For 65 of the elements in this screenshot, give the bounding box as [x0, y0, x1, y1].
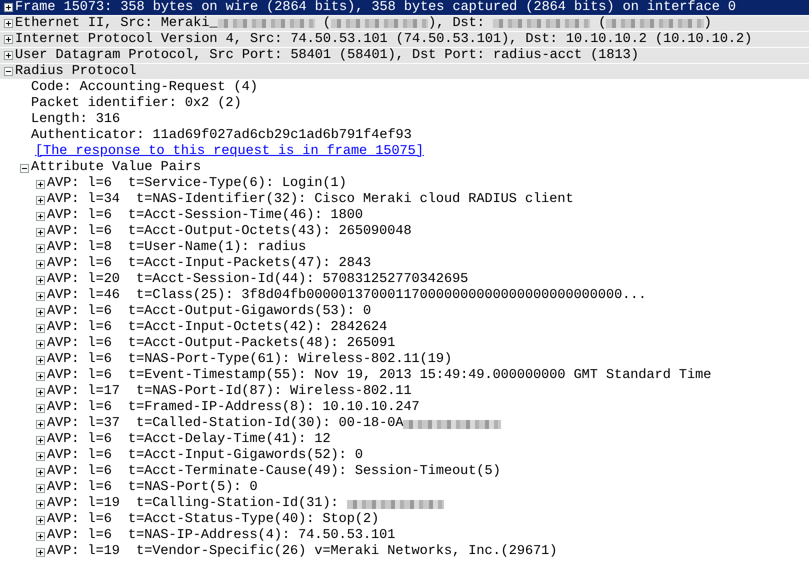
expand-icon[interactable]	[36, 180, 45, 188]
tree-row[interactable]: Ethernet II, Src: Meraki_ ( ), Dst: ( )	[0, 16, 809, 32]
tree-row[interactable]: AVP: l=6 t=Acct-Input-Packets(47): 2843	[32, 256, 372, 272]
tree-row[interactable]: AVP: l=34 t=NAS-Identifier(32): Cisco Meraki cloud RADIUS client	[32, 192, 574, 208]
expand-icon[interactable]	[36, 548, 45, 556]
expand-icon[interactable]	[36, 244, 45, 252]
expand-icon[interactable]	[36, 260, 45, 268]
tree-row[interactable]: Frame 15073: 358 bytes on wire (2864 bits), 358 bytes captured (2864 bits) on interface 0	[0, 0, 809, 16]
expand-icon[interactable]	[36, 228, 45, 236]
tree-row[interactable]: AVP: l=17 t=NAS-Port-Id(87): Wireless-802.11	[32, 384, 412, 400]
expand-icon[interactable]	[36, 500, 45, 508]
expand-icon[interactable]	[36, 292, 45, 300]
expand-icon[interactable]	[36, 212, 45, 220]
tree-row[interactable]: AVP: l=6 t=Framed-IP-Address(8): 10.10.10.247	[32, 400, 420, 416]
response-link[interactable]: [The response to this request is in frame 15075]	[35, 144, 424, 160]
tree-row[interactable]: Internet Protocol Version 4, Src: 74.50.53.101 (74.50.53.101), Dst: 10.10.10.2 (10.10.10.2)	[0, 32, 809, 48]
expand-icon[interactable]	[36, 372, 45, 380]
tree-row[interactable]: Authenticator: 11ad69f027ad6cb29c1ad6b791f4ef93	[16, 128, 412, 144]
tree-row[interactable]: AVP: l=6 t=NAS-Port(5): 0	[32, 480, 258, 496]
tree-row[interactable]: AVP: l=6 t=Acct-Input-Gigawords(52): 0	[32, 448, 363, 464]
expand-icon[interactable]	[36, 324, 45, 332]
expand-icon[interactable]	[36, 340, 45, 348]
tree-row[interactable]: Radius Protocol	[0, 64, 809, 80]
tree-row[interactable]: AVP: l=6 t=NAS-Port-Type(61): Wireless-802.11(19)	[32, 352, 452, 368]
expand-icon[interactable]	[36, 532, 45, 540]
tree-row[interactable]: Attribute Value Pairs	[16, 160, 202, 176]
expand-icon[interactable]	[4, 35, 13, 44]
tree-row[interactable]: AVP: l=6 t=Acct-Output-Octets(43): 265090048	[32, 224, 412, 240]
expand-icon[interactable]	[36, 436, 45, 444]
expand-icon[interactable]	[36, 356, 45, 364]
tree-row[interactable]: Code: Accounting-Request (4)	[16, 80, 258, 96]
expand-icon[interactable]	[36, 468, 45, 476]
expand-icon[interactable]	[36, 196, 45, 204]
expand-icon[interactable]	[36, 452, 45, 460]
expand-icon[interactable]	[36, 420, 45, 428]
tree-row[interactable]: AVP: l=6 t=Acct-Session-Time(46): 1800	[32, 208, 363, 224]
expand-icon[interactable]	[36, 388, 45, 396]
expand-icon[interactable]	[4, 51, 13, 60]
collapse-icon[interactable]	[4, 67, 13, 76]
tree-row[interactable]: AVP: l=6 t=Service-Type(6): Login(1)	[32, 176, 347, 192]
tree-row[interactable]: AVP: l=6 t=Acct-Status-Type(40): Stop(2)	[32, 512, 380, 528]
expand-icon[interactable]	[36, 404, 45, 412]
tree-row[interactable]: Length: 316	[16, 112, 120, 128]
tree-row[interactable]: AVP: l=6 t=Event-Timestamp(55): Nov 19, 2013 15:49:49.000000000 GMT Standard Time	[32, 368, 712, 384]
collapse-icon[interactable]	[20, 164, 29, 172]
tree-row[interactable]: Packet identifier: 0x2 (2)	[16, 96, 242, 112]
expand-icon[interactable]	[36, 484, 45, 492]
expand-icon[interactable]	[36, 276, 45, 284]
tree-row[interactable]: AVP: l=6 t=Acct-Output-Gigawords(53): 0	[32, 304, 372, 320]
tree-row[interactable]: AVP: l=6 t=Acct-Terminate-Cause(49): Session-Timeout(5)	[32, 464, 501, 480]
tree-row[interactable]: AVP: l=6 t=NAS-IP-Address(4): 74.50.53.101	[32, 528, 396, 544]
expand-icon[interactable]	[36, 308, 45, 316]
expand-icon[interactable]	[36, 516, 45, 524]
tree-row[interactable]: AVP: l=19 t=Calling-Station-Id(31):	[32, 496, 444, 512]
tree-row[interactable]: AVP: l=6 t=Acct-Input-Octets(42): 2842624	[32, 320, 388, 336]
expand-icon[interactable]	[4, 3, 13, 12]
tree-row[interactable]: AVP: l=6 t=Acct-Output-Packets(48): 265091	[32, 336, 396, 352]
tree-row[interactable]: AVP: l=20 t=Acct-Session-Id(44): 570831252770342695	[32, 272, 468, 288]
tree-row[interactable]: User Datagram Protocol, Src Port: 58401 (58401), Dst Port: radius-acct (1813)	[0, 48, 809, 64]
expand-icon[interactable]	[4, 19, 13, 28]
tree-row[interactable]: AVP: l=19 t=Vendor-Specific(26) v=Meraki Networks, Inc.(29671)	[32, 544, 558, 560]
tree-row[interactable]: AVP: l=46 t=Class(25): 3f8d04fb000001370001170000000000000000000000000...	[32, 288, 646, 304]
tree-row[interactable]: AVP: l=8 t=User-Name(1): radius	[32, 240, 306, 256]
tree-row[interactable]: AVP: l=6 t=Acct-Delay-Time(41): 12	[32, 432, 331, 448]
tree-row[interactable]: AVP: l=37 t=Called-Station-Id(30): 00-18-0A	[32, 416, 501, 432]
